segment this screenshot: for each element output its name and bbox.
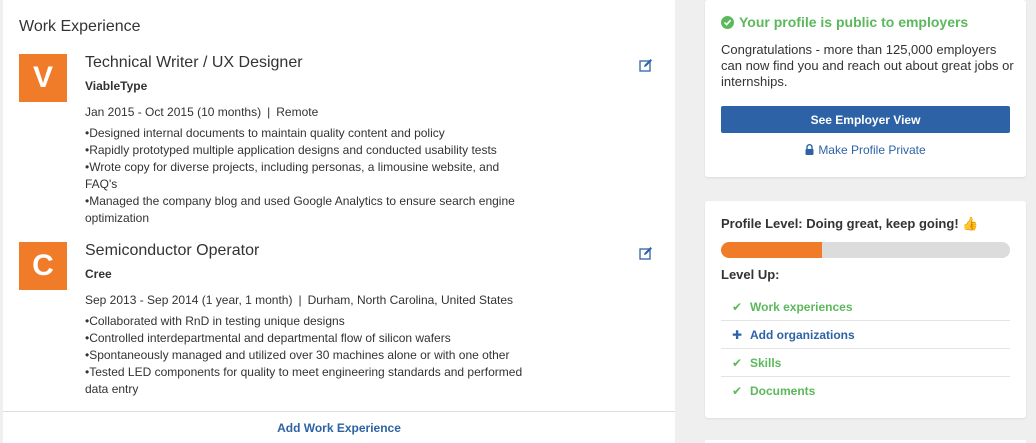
check-icon: ✔ [731, 299, 743, 314]
level-up-item-documents[interactable]: ✔ Documents [721, 377, 1010, 405]
make-profile-private-link[interactable]: Make Profile Private [721, 143, 1010, 157]
job-bullet: Collaborated with RnD in testing unique … [85, 313, 525, 330]
edit-icon[interactable] [639, 246, 653, 260]
check-icon: ✔ [731, 384, 743, 398]
job-bullet: Wrote copy for diverse projects, includi… [85, 159, 525, 193]
job-location: Remote [276, 105, 319, 119]
profile-public-card: Your profile is public to employers Cong… [705, 0, 1026, 177]
job-description: Designed internal documents to maintain … [85, 125, 525, 227]
see-employer-view-button[interactable]: See Employer View [721, 106, 1010, 133]
level-up-label: Level Up: [721, 267, 780, 282]
job-bullet: Tested LED components for quality to mee… [85, 364, 525, 398]
add-work-experience-link[interactable]: Add Work Experience [3, 421, 675, 435]
job-company: Cree [85, 267, 112, 281]
job-dates: Sep 2013 - Sep 2014 (1 year, 1 month) [85, 293, 293, 307]
meta-separator: | [267, 105, 271, 119]
public-status-text: Your profile is public to employers [739, 14, 969, 30]
job-entry: V Technical Writer / UX Designer ViableT… [19, 54, 659, 229]
job-bullet: Spontaneously managed and utilized over … [85, 347, 525, 364]
check-circle-icon [721, 15, 734, 29]
thumbs-up-icon: 👍 [962, 216, 979, 231]
level-up-item-work-experiences[interactable]: ✔ Work experiences [721, 293, 1010, 321]
company-logo: C [19, 242, 67, 290]
plus-icon: ✚ [731, 327, 743, 342]
job-meta: Sep 2013 - Sep 2014 (1 year, 1 month) | Du… [85, 293, 513, 307]
job-company: ViableType [85, 79, 148, 93]
public-message: Congratulations - more than 125,000 empl… [721, 42, 1014, 89]
job-meta: Jan 2015 - Oct 2015 (10 months) | Remote [85, 105, 318, 119]
profile-progress-bar [721, 242, 1010, 258]
lock-icon [805, 144, 814, 155]
edit-icon[interactable] [639, 58, 653, 72]
meta-separator: | [298, 293, 302, 307]
level-up-item-label: Skills [750, 355, 782, 370]
job-title: Technical Writer / UX Designer [85, 54, 303, 71]
divider [3, 411, 675, 412]
level-up-item-label: Work experiences [750, 299, 853, 314]
job-bullet: Rapidly prototyped multiple application … [85, 142, 525, 159]
public-status: Your profile is public to employers [721, 14, 968, 30]
job-dates: Jan 2015 - Oct 2015 (10 months) [85, 105, 262, 119]
make-profile-private-label: Make Profile Private [818, 143, 926, 157]
job-location: Durham, North Carolina, United States [307, 293, 514, 307]
profile-progress-fill [721, 242, 823, 258]
work-experience-heading: Work Experience [19, 18, 141, 35]
profile-level-title: Profile Level: Doing great, keep going! … [721, 216, 978, 232]
level-up-list: ✔ Work experiences ✚ Add organizations ✔… [721, 293, 1010, 405]
job-entry: C Semiconductor Operator Cree Sep 2013 -… [19, 242, 659, 402]
level-up-item-skills[interactable]: ✔ Skills [721, 349, 1010, 377]
profile-level-card: Profile Level: Doing great, keep going! … [705, 201, 1026, 418]
job-bullet: Managed the company blog and used Google… [85, 193, 525, 227]
job-description: Collaborated with RnD in testing unique … [85, 313, 525, 398]
check-icon: ✔ [731, 355, 743, 370]
job-bullet: Designed internal documents to maintain … [85, 125, 525, 142]
work-experience-card: Work Experience V Technical Writer / UX … [3, 0, 675, 443]
level-up-item-add-organizations[interactable]: ✚ Add organizations [721, 321, 1010, 349]
level-up-item-label: Add organizations [750, 327, 855, 342]
job-bullet: Controlled interdepartmental and departm… [85, 330, 525, 347]
level-up-item-label: Documents [750, 384, 816, 398]
profile-level-text: Profile Level: Doing great, keep going! [721, 216, 959, 231]
company-logo: V [19, 54, 67, 102]
job-title: Semiconductor Operator [85, 242, 260, 259]
